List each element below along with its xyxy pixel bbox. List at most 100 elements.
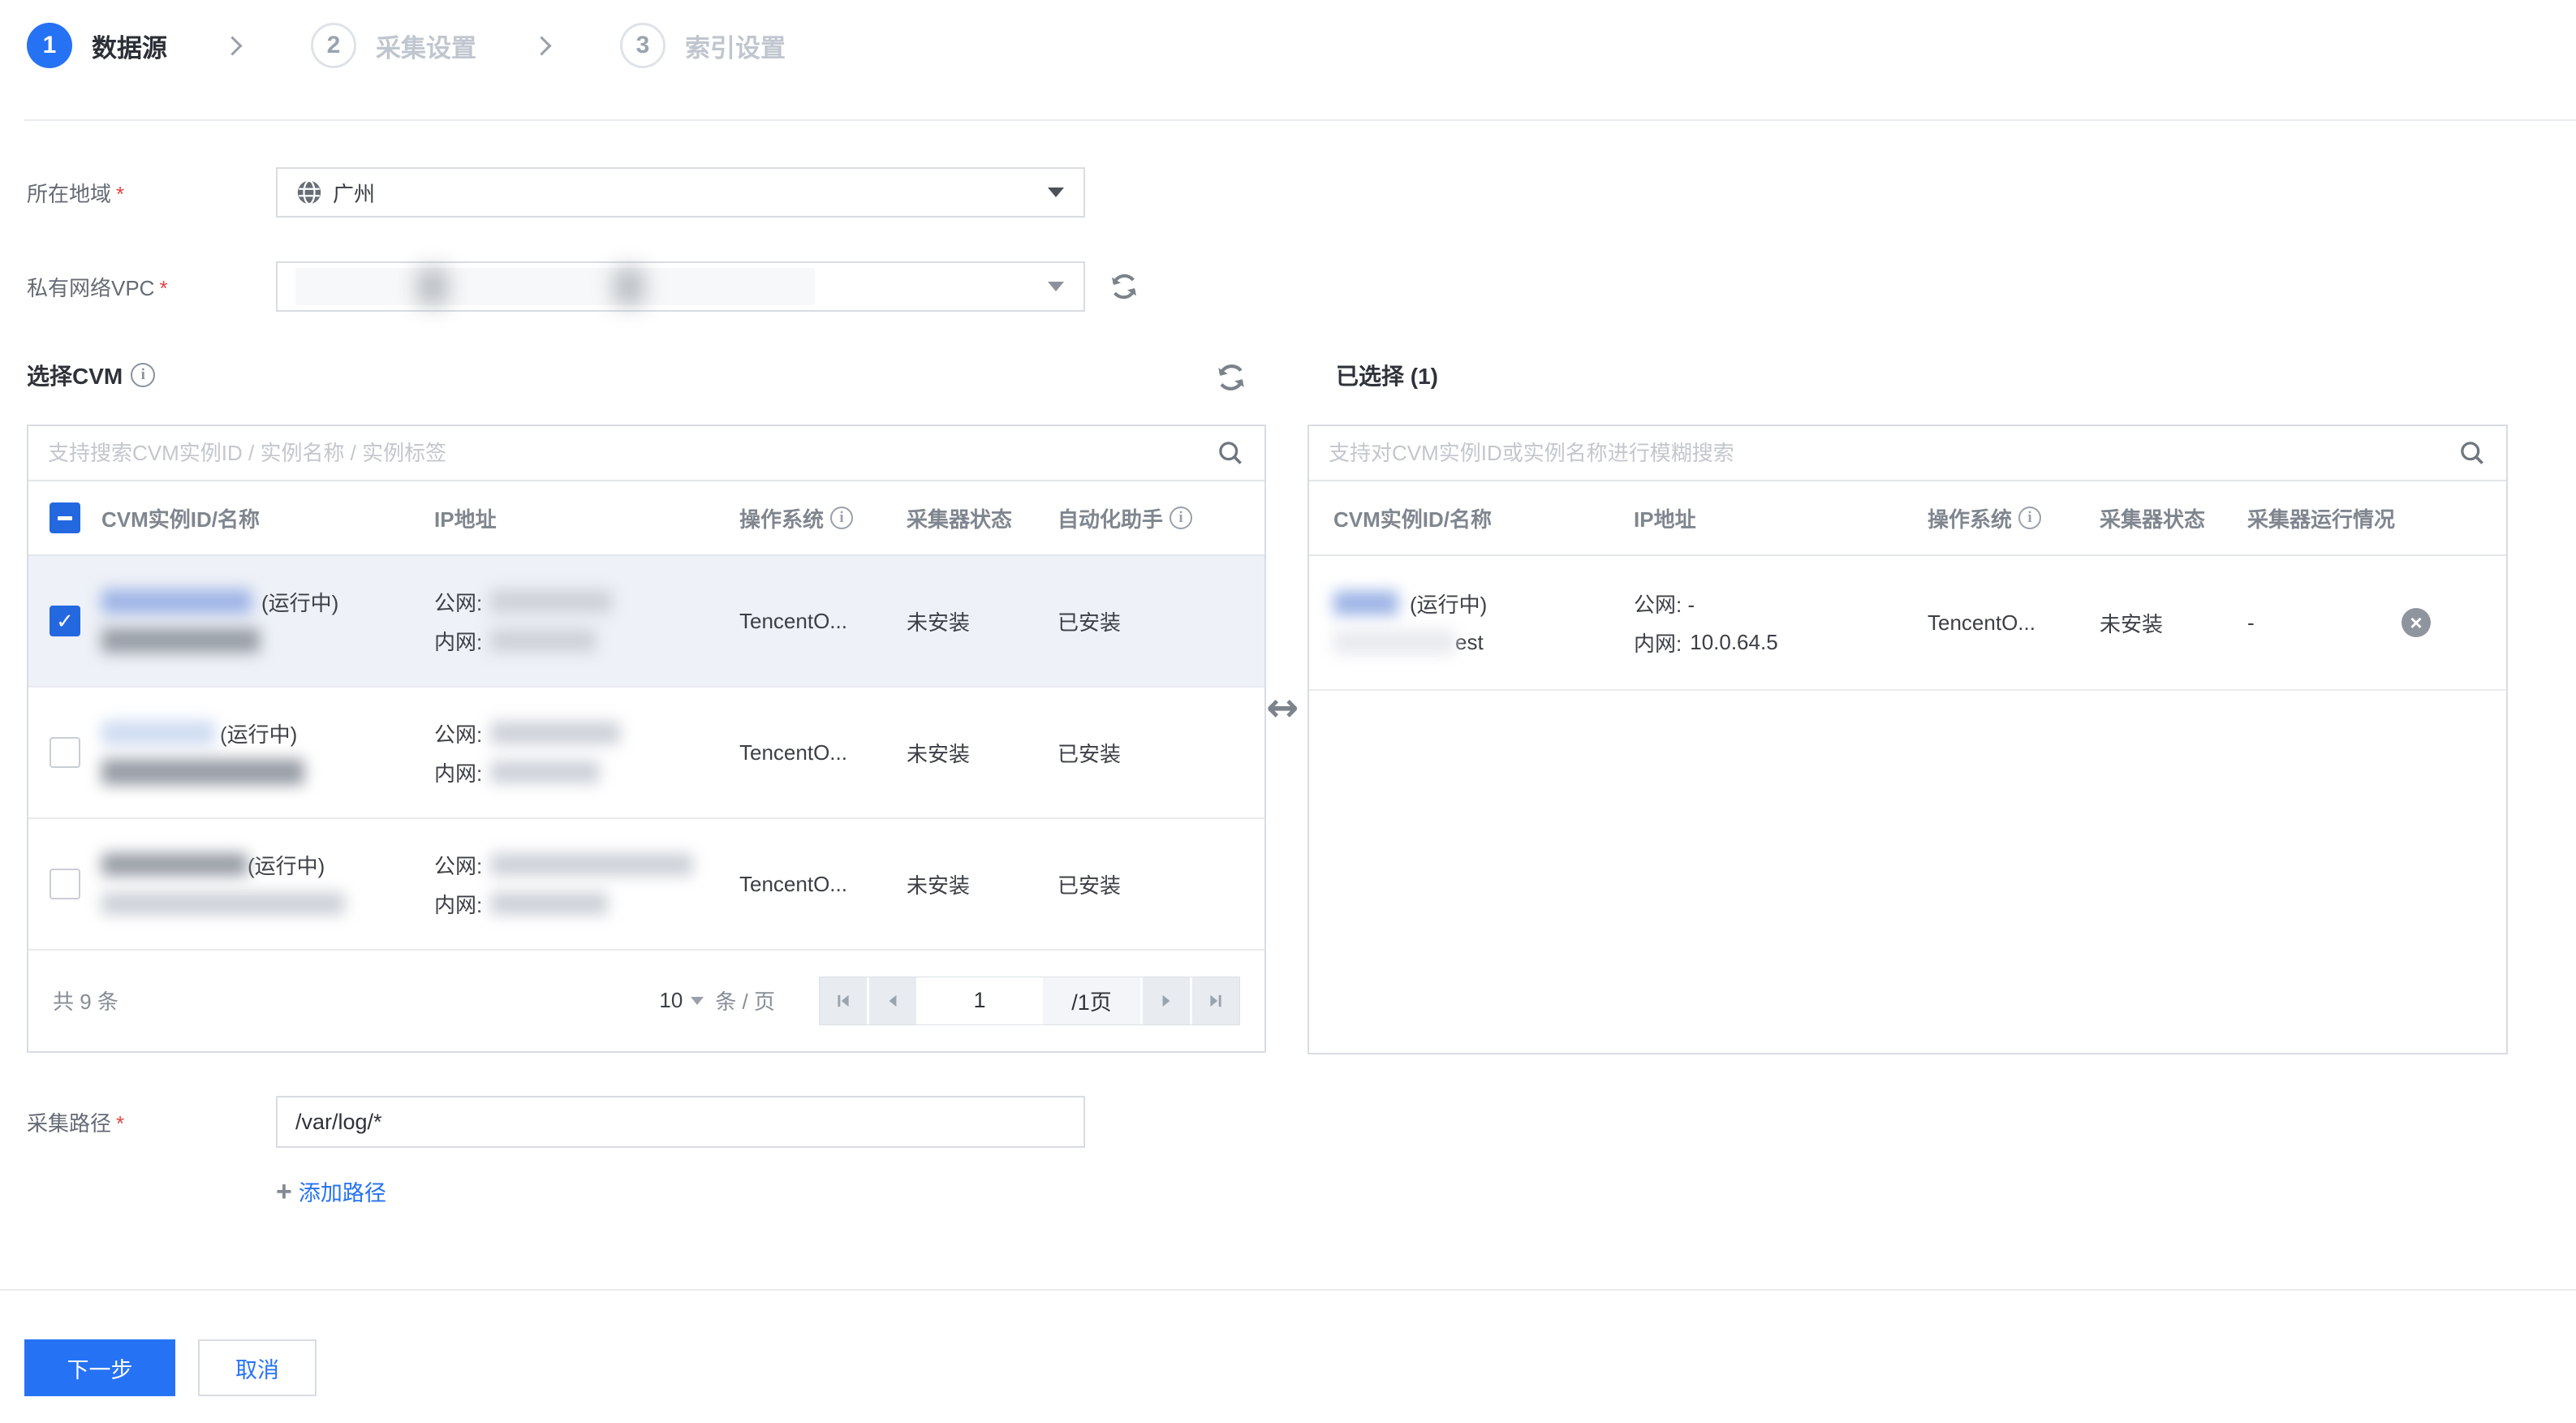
redacted-public-ip (490, 722, 621, 744)
redacted-private-ip (490, 629, 597, 652)
prev-page-button[interactable] (869, 977, 916, 1024)
redacted-instance-id (101, 589, 252, 614)
col-id: CVM实例ID/名称 (1333, 507, 1493, 532)
col-run: 采集器运行情况 (2247, 507, 2396, 532)
collector-status: 未安装 (907, 610, 971, 635)
total-pages: /1页 (1043, 977, 1140, 1024)
cvm-table-header: CVM实例ID/名称 IP地址 操作系统 采集器状态 自动化助手 (28, 481, 1264, 556)
col-ip: IP地址 (1634, 507, 1696, 532)
os-cell: TencentO... (739, 740, 847, 765)
transfer-arrow-icon: ↔ (1266, 685, 1299, 731)
redacted-instance-id (1333, 591, 1398, 615)
table-row[interactable]: (运行中) 公网: 内网: TencentO... 未安装 已安装 (28, 819, 1264, 951)
info-icon[interactable] (830, 507, 854, 529)
assistant-status: 已安装 (1058, 741, 1122, 766)
col-id: CVM实例ID/名称 (101, 507, 261, 532)
remove-icon[interactable]: × (2402, 608, 2431, 637)
assistant-status: 已安装 (1058, 610, 1122, 635)
step-1-circle: 1 (27, 23, 72, 68)
region-form-row: 所在地域 * 广州 (27, 167, 1085, 218)
plus-icon: + (276, 1175, 292, 1207)
next-page-button[interactable] (1143, 977, 1190, 1024)
selected-title: 已选择 (1) (1336, 364, 1439, 389)
collector-status: 未安装 (907, 873, 971, 898)
selected-search-bar (1309, 426, 2506, 481)
select-cvm-title: 选择CVM (27, 359, 156, 391)
os-cell: TencentO... (739, 608, 847, 633)
cvm-search-input[interactable] (48, 440, 1216, 466)
row-checkbox[interactable] (50, 737, 80, 768)
cancel-button[interactable]: 取消 (198, 1339, 317, 1396)
redacted-public-ip (490, 590, 613, 613)
current-page[interactable]: 1 (919, 977, 1040, 1024)
col-collector: 采集器状态 (2100, 507, 2206, 532)
step-3-circle: 3 (620, 23, 666, 68)
redacted-instance-id (101, 721, 215, 745)
pagination-bar: 共 9 条 10 条 / 页 1 /1页 (28, 951, 1264, 1050)
add-path-link[interactable]: + 添加路径 (276, 1175, 386, 1207)
page-size-select[interactable]: 10 条 / 页 (659, 985, 775, 1016)
row-checkbox[interactable] (50, 606, 80, 636)
redacted-instance-name (101, 628, 260, 653)
divider (0, 1289, 2576, 1291)
required-asterisk: * (159, 275, 168, 300)
row-checkbox[interactable] (50, 869, 80, 899)
redacted-vpc-value (295, 268, 815, 305)
redacted-instance-id (101, 853, 248, 876)
step-datasource: 1 数据源 (27, 23, 167, 68)
assistant-status: 已安装 (1058, 873, 1122, 898)
redacted-private-ip (490, 761, 601, 783)
chevron-down-icon (1048, 188, 1064, 197)
os-cell: TencentO... (739, 871, 847, 896)
redacted-public-ip (490, 853, 694, 876)
col-collector: 采集器状态 (907, 507, 1013, 532)
cvm-search-bar (28, 426, 1264, 481)
search-icon[interactable] (1216, 438, 1245, 468)
col-ip: IP地址 (434, 507, 497, 532)
redacted-instance-name (1333, 630, 1455, 654)
info-icon[interactable] (2018, 507, 2042, 529)
region-select[interactable]: 广州 (276, 167, 1085, 218)
refresh-vpc-icon[interactable] (1108, 270, 1140, 303)
step-chevron-icon (532, 35, 552, 56)
pager: 1 /1页 (819, 976, 1240, 1025)
info-icon[interactable] (131, 363, 156, 387)
col-os: 操作系统 (1928, 503, 2100, 533)
redacted-private-ip (490, 892, 609, 915)
region-value: 广州 (333, 181, 376, 206)
selected-search-input[interactable] (1329, 440, 2458, 466)
step-1-label: 数据源 (92, 33, 167, 63)
chevron-down-icon (1048, 282, 1064, 291)
vpc-select[interactable] (276, 261, 1085, 312)
info-icon[interactable] (1170, 507, 1193, 529)
step-2-circle: 2 (311, 23, 356, 68)
table-row: (运行中) est 公网: - 内网: 10.0.64.5 TencentO...… (1309, 556, 2506, 691)
search-icon[interactable] (2458, 438, 2487, 468)
col-assistant: 自动化助手 (1058, 503, 1264, 533)
select-all-checkbox[interactable] (50, 502, 80, 533)
chevron-down-icon (691, 996, 704, 1005)
selected-table-header: CVM实例ID/名称 IP地址 操作系统 采集器状态 采集器运行情况 (1309, 481, 2506, 556)
last-page-button[interactable] (1192, 977, 1239, 1024)
step-collect-settings: 2 采集设置 (311, 23, 476, 68)
refresh-cvm-list-icon[interactable] (1214, 360, 1248, 395)
col-os: 操作系统 (739, 503, 907, 533)
table-row[interactable]: (运行中) 公网: 内网: TencentO... 未安装 已安装 (28, 556, 1264, 688)
run-status: - (2247, 610, 2255, 635)
redacted-instance-name (101, 759, 304, 785)
os-cell: TencentO... (1928, 610, 2035, 635)
first-page-button[interactable] (820, 977, 867, 1024)
required-asterisk: * (116, 181, 125, 206)
region-label: 所在地域 * (27, 181, 125, 206)
wizard-stepper: 1 数据源 2 采集设置 3 索引设置 (27, 21, 786, 70)
path-label: 采集路径 * (27, 1110, 125, 1136)
collector-status: 未安装 (2100, 611, 2164, 636)
collect-path-input[interactable] (276, 1096, 1085, 1148)
table-row[interactable]: (运行中) 公网: 内网: TencentO... 未安装 已安装 (28, 688, 1264, 819)
next-step-button[interactable]: 下一步 (24, 1339, 175, 1396)
wizard-page: 1 数据源 2 采集设置 3 索引设置 所在地域 * 广州 私有网络VPC * … (0, 0, 2576, 1423)
total-count: 共 9 条 (53, 990, 118, 1014)
cvm-source-panel: CVM实例ID/名称 IP地址 操作系统 采集器状态 自动化助手 (运行中) 公… (27, 425, 1266, 1053)
collector-status: 未安装 (907, 741, 971, 766)
step-2-label: 采集设置 (376, 33, 476, 63)
